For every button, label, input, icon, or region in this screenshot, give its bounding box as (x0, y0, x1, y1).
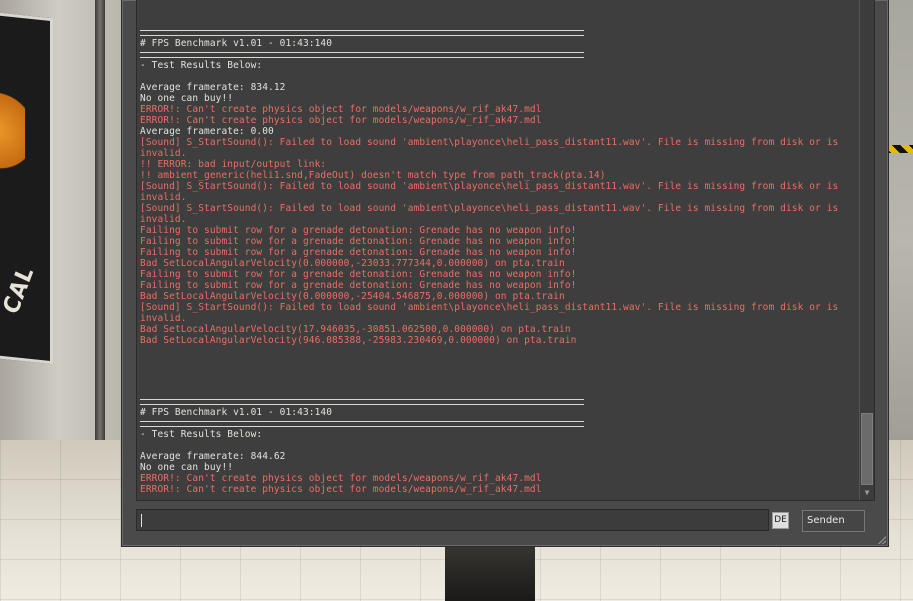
log-line-error: ERROR!: Can't create physics object for … (140, 473, 542, 484)
log-line: - Test Results Below: (140, 60, 263, 71)
console-output[interactable]: Bad SetLocalAngularVelocity(0.000000,-19… (136, 0, 875, 501)
log-line-error: Bad SetLocalAngularVelocity(0.000000,-25… (140, 291, 565, 302)
log-line-error: !! ambient_generic(heli1.snd,FadeOut) do… (140, 170, 606, 181)
send-button[interactable]: Senden (802, 510, 865, 532)
log-line-error: [Sound] S_StartSound(): Failed to load s… (140, 137, 845, 159)
log-line-error: Failing to submit row for a grenade deto… (140, 236, 577, 247)
separator-rule (140, 421, 584, 427)
log-line-error: ERROR!: Can't create physics object for … (140, 104, 542, 115)
log-line-error: !! ERROR: bad input/output link: (140, 159, 327, 170)
poster-text: CAL (0, 262, 40, 319)
console-scrollbar[interactable]: ▼ (859, 0, 874, 500)
log-line: No one can buy!! (140, 93, 234, 104)
door-frame (95, 0, 105, 470)
log-line: # FPS Benchmark v1.01 - 01:43:140 (140, 407, 333, 418)
wall-poster: CAL (0, 11, 53, 365)
log-line: # FPS Benchmark v1.01 - 01:43:140 (140, 38, 333, 49)
console-log: Bad SetLocalAngularVelocity(0.000000,-19… (140, 0, 852, 495)
log-line-error: Failing to submit row for a grenade deto… (140, 225, 577, 236)
left-wall: CAL (0, 0, 130, 470)
resize-grip-icon[interactable] (878, 536, 886, 544)
weapon-viewmodel (445, 540, 535, 601)
language-indicator: DE (772, 512, 789, 529)
log-line-error: Failing to submit row for a grenade deto… (140, 269, 577, 280)
scroll-down-arrow-icon[interactable]: ▼ (860, 487, 874, 499)
log-line-error: Failing to submit row for a grenade deto… (140, 280, 577, 291)
log-line: Average framerate: 0.00 (140, 126, 274, 137)
console-input[interactable] (136, 509, 769, 531)
log-line-error: Failing to submit row for a grenade deto… (140, 247, 577, 258)
log-line: Average framerate: 834.12 (140, 82, 286, 93)
scroll-thumb[interactable] (861, 413, 873, 485)
log-line-error: Bad SetLocalAngularVelocity(17.946035,-3… (140, 324, 571, 335)
separator-rule (140, 52, 584, 58)
log-line-error: ERROR!: Can't create physics object for … (140, 484, 542, 495)
separator-rule (140, 399, 584, 405)
log-line-error: [Sound] S_StartSound(): Failed to load s… (140, 302, 845, 324)
separator-rule (140, 30, 584, 36)
log-line-error: [Sound] S_StartSound(): Failed to load s… (140, 181, 845, 203)
text-caret (141, 514, 142, 527)
log-line: No one can buy!! (140, 462, 234, 473)
log-line: Average framerate: 844.62 (140, 451, 286, 462)
console-window: Bad SetLocalAngularVelocity(0.000000,-19… (121, 0, 889, 547)
log-line-error: [Sound] S_StartSound(): Failed to load s… (140, 203, 845, 225)
poster-logo-icon (0, 74, 25, 189)
log-line-error: Bad SetLocalAngularVelocity(946.085388,-… (140, 335, 577, 346)
log-line-error: ERROR!: Can't create physics object for … (140, 115, 542, 126)
log-line: - Test Results Below: (140, 429, 263, 440)
log-line-error: Bad SetLocalAngularVelocity(0.000000,-23… (140, 258, 565, 269)
